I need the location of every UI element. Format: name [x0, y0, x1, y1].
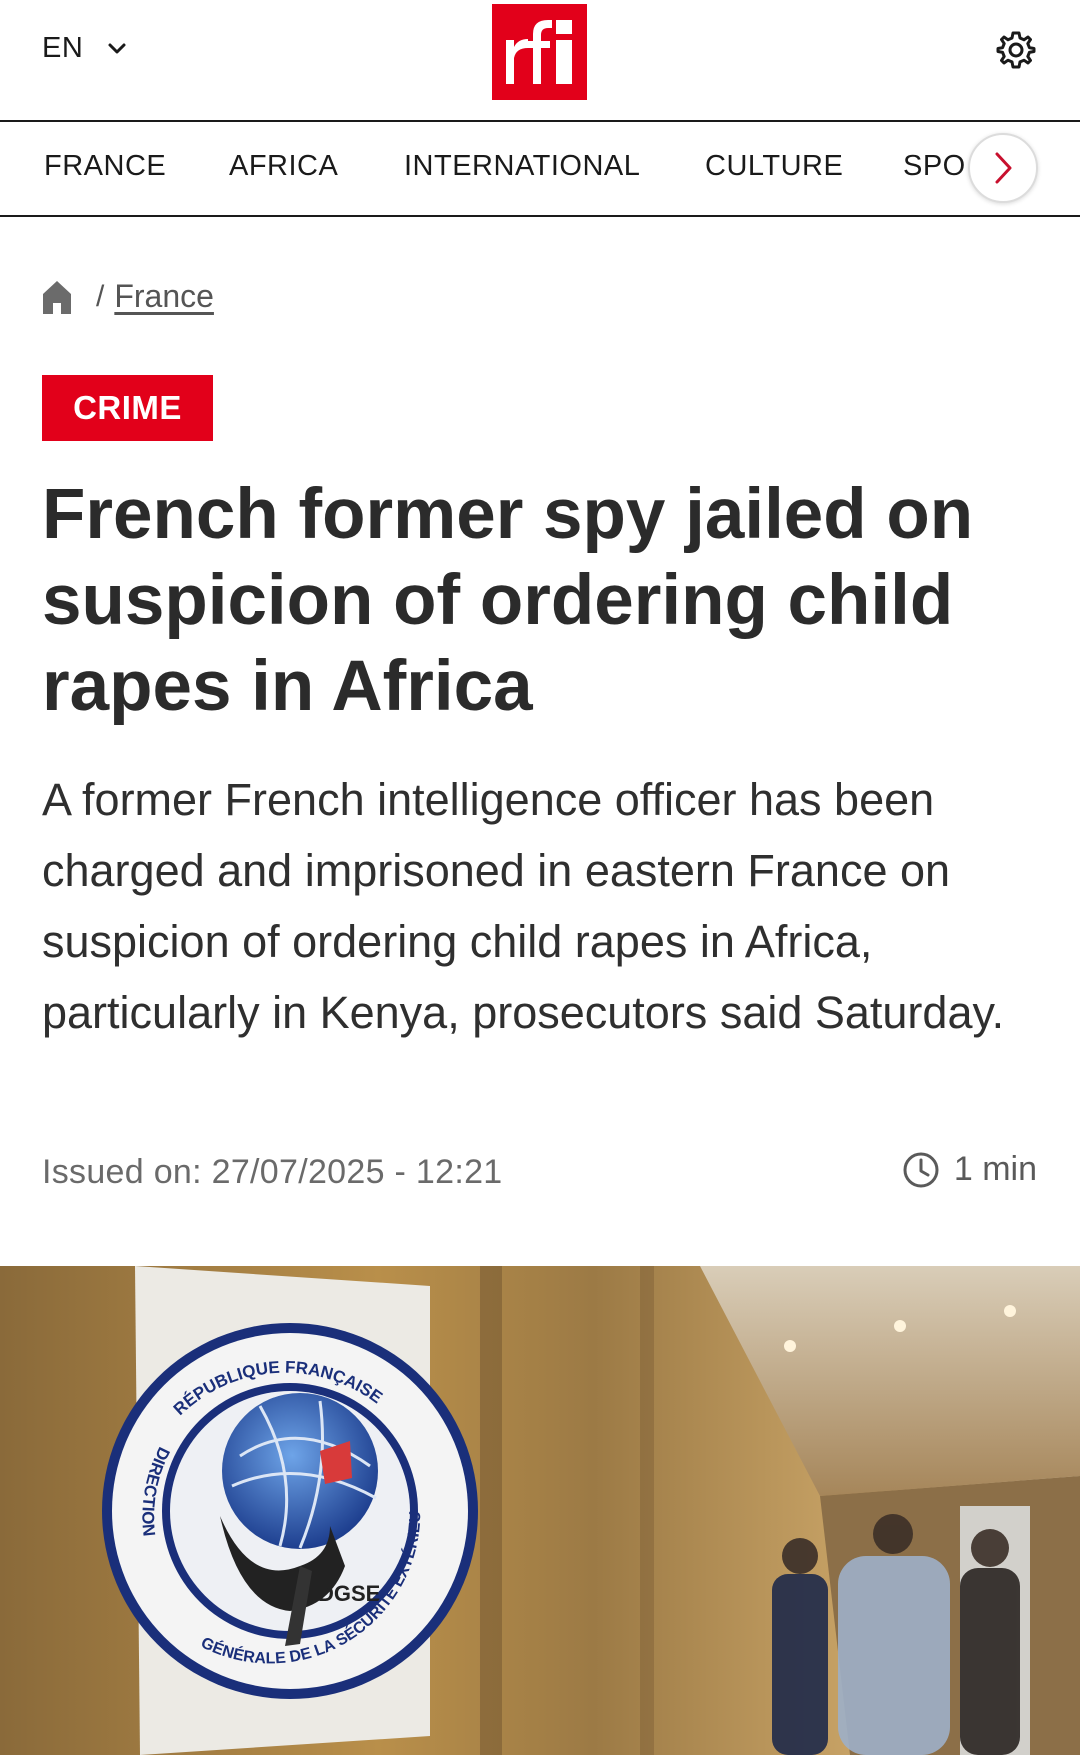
article-lead: A former French intelligence officer has… [42, 774, 1005, 1038]
nav-item-culture[interactable]: CULTURE [705, 150, 843, 183]
gear-icon[interactable] [996, 30, 1036, 70]
issued-date: Issued on: 27/07/2025 - 12:21 [42, 1153, 503, 1191]
clock-icon [903, 1152, 939, 1187]
nav-scroll-next-button[interactable] [968, 133, 1038, 203]
read-time: 1 min [902, 1150, 1037, 1189]
rfi-logo[interactable] [492, 4, 587, 100]
article-title: French former spy jailed on suspicion of… [42, 475, 974, 726]
language-selector[interactable]: EN [42, 32, 127, 65]
chevron-right-icon [995, 152, 1012, 184]
nav-item-international[interactable]: INTERNATIONAL [404, 150, 640, 183]
breadcrumb-link-france[interactable]: France [114, 278, 214, 315]
article-hero-image: DGSE RÉPUBLIQUE FRANÇAISE DIRECTION GÉNÉ… [0, 1266, 1080, 1755]
nav-item-sports[interactable]: SPO [903, 150, 966, 183]
section-nav: FRANCE AFRICA INTERNATIONAL CULTURE SPO [0, 122, 1080, 217]
breadcrumb: / France [42, 278, 214, 315]
hero-photo: DGSE RÉPUBLIQUE FRANÇAISE DIRECTION GÉNÉ… [0, 1266, 1080, 1755]
read-time-label: 1 min [953, 1150, 1037, 1188]
chevron-down-icon [108, 43, 126, 53]
nav-item-africa[interactable]: AFRICA [229, 150, 338, 183]
home-icon[interactable] [42, 279, 72, 315]
seal-center-text: DGSE [318, 1581, 380, 1606]
category-tag[interactable]: CRIME [42, 375, 213, 441]
rfi-logo-mark [505, 20, 572, 84]
nav-item-france[interactable]: FRANCE [44, 150, 166, 183]
breadcrumb-separator: / [96, 279, 105, 313]
top-bar: EN [0, 0, 1080, 122]
language-label: EN [42, 32, 84, 64]
